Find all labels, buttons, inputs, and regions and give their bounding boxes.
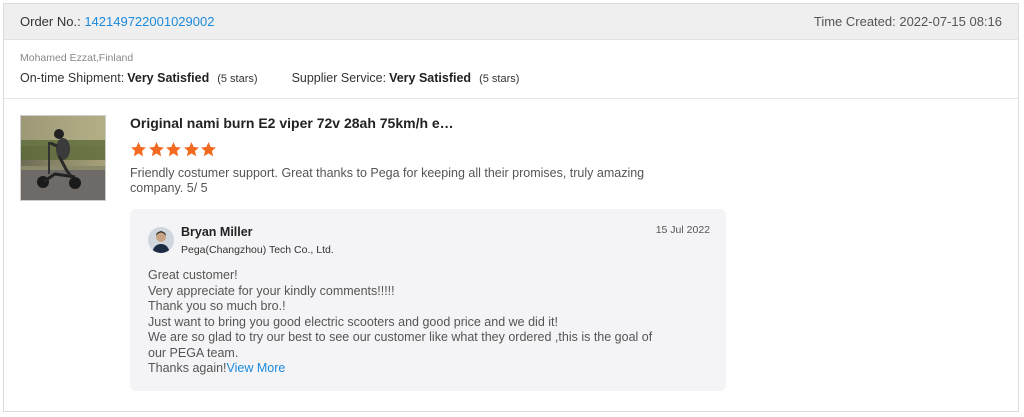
reply-line: Thank you so much bro.! bbox=[148, 299, 286, 313]
star-icon bbox=[148, 142, 164, 157]
reply-line: Thanks again! bbox=[148, 361, 227, 375]
star-icon bbox=[201, 142, 216, 157]
reply-author-name: Bryan Miller bbox=[181, 225, 253, 239]
view-more-link[interactable]: View More bbox=[227, 361, 286, 375]
order-card: Order No.: 142149722001029002 Time Creat… bbox=[3, 3, 1019, 412]
rating-on-time-shipment: On-time Shipment: Very Satisfied (5 star… bbox=[20, 71, 258, 85]
rating-label: On-time Shipment: bbox=[20, 71, 125, 85]
order-number: Order No.: 142149722001029002 bbox=[20, 14, 214, 29]
buyer-name: Mohamed Ezzat,Finland bbox=[20, 52, 134, 64]
ratings-row: On-time Shipment: Very Satisfied (5 star… bbox=[20, 71, 1002, 85]
buyer-section: Mohamed Ezzat,Finland On-time Shipment: … bbox=[4, 40, 1018, 99]
star-icon bbox=[166, 142, 181, 157]
order-number-label: Order No.: bbox=[20, 14, 81, 29]
time-created: Time Created: 2022-07-15 08:16 bbox=[813, 14, 1002, 29]
rating-value: Very Satisfied bbox=[389, 71, 472, 85]
rating-stars-text: (5 stars) bbox=[479, 73, 520, 85]
scooter-rider-image bbox=[21, 116, 105, 200]
reply-line: Great customer! bbox=[148, 268, 238, 282]
rating-supplier-service: Supplier Service: Very Satisfied (5 star… bbox=[292, 71, 520, 85]
reply-date: 15 Jul 2022 bbox=[655, 224, 710, 236]
rating-value: Very Satisfied bbox=[127, 71, 210, 85]
avatar-icon bbox=[148, 227, 174, 253]
reply-line: We are so glad to try our best to see ou… bbox=[148, 330, 653, 360]
reply-last-line: Thanks again!View More bbox=[148, 361, 668, 377]
review-body: Original nami burn E2 viper 72v 28ah 75k… bbox=[130, 115, 690, 196]
order-number-link[interactable]: 142149722001029002 bbox=[84, 14, 214, 29]
star-rating bbox=[130, 141, 690, 159]
reply-text: Great customer! Very appreciate for your… bbox=[148, 268, 668, 377]
product-title[interactable]: Original nami burn E2 viper 72v 28ah 75k… bbox=[130, 115, 690, 135]
reply-line: Just want to bring you good electric sco… bbox=[148, 314, 558, 329]
order-header: Order No.: 142149722001029002 Time Creat… bbox=[4, 4, 1018, 40]
rating-stars-text: (5 stars) bbox=[217, 73, 258, 85]
reply-company: Pega(Changzhou) Tech Co., Ltd. bbox=[181, 244, 334, 256]
star-icon bbox=[183, 142, 199, 157]
review: Original nami burn E2 viper 72v 28ah 75k… bbox=[4, 99, 1018, 391]
avatar bbox=[148, 227, 174, 253]
star-icon bbox=[131, 142, 146, 157]
rating-label: Supplier Service: bbox=[291, 71, 387, 85]
reply-line: Very appreciate for your kindly comments… bbox=[148, 283, 395, 298]
review-text: Friendly costumer support. Great thanks … bbox=[130, 166, 645, 195]
supplier-reply: Bryan Miller Pega(Changzhou) Tech Co., L… bbox=[130, 209, 726, 391]
product-thumbnail[interactable] bbox=[20, 115, 106, 201]
